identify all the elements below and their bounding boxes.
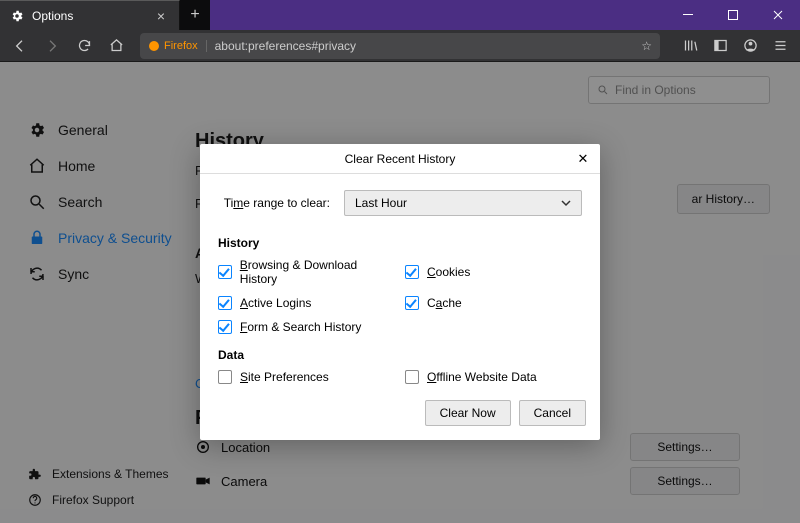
library-button[interactable] bbox=[676, 32, 704, 60]
dialog-section-data: Data bbox=[218, 348, 582, 362]
checkbox-browsing-history[interactable]: Browsing & Download History bbox=[218, 258, 395, 286]
checkbox-icon bbox=[405, 296, 419, 310]
dialog-close-button[interactable]: ✕ bbox=[572, 148, 594, 170]
identity-badge[interactable]: Firefox bbox=[148, 40, 207, 52]
checkbox-icon bbox=[405, 265, 419, 279]
back-button[interactable] bbox=[6, 32, 34, 60]
browser-tab[interactable]: Options × bbox=[0, 0, 180, 30]
bookmark-star-icon[interactable]: ☆ bbox=[641, 39, 652, 53]
maximize-button[interactable] bbox=[710, 0, 755, 30]
account-button[interactable] bbox=[736, 32, 764, 60]
new-tab-button[interactable]: + bbox=[180, 0, 210, 30]
reload-button[interactable] bbox=[70, 32, 98, 60]
checkbox-icon bbox=[405, 370, 419, 384]
firefox-icon bbox=[148, 40, 160, 52]
close-window-button[interactable] bbox=[755, 0, 800, 30]
checkbox-site-preferences[interactable]: Site Preferences bbox=[218, 370, 395, 384]
dialog-section-history: History bbox=[218, 236, 582, 250]
checkbox-form-history[interactable]: Form & Search History bbox=[218, 320, 395, 334]
clear-now-button[interactable]: Clear Now bbox=[425, 400, 511, 426]
checkbox-active-logins[interactable]: Active Logins bbox=[218, 296, 395, 310]
time-range-select[interactable]: Last Hour bbox=[344, 190, 582, 216]
checkbox-offline-data[interactable]: Offline Website Data bbox=[405, 370, 582, 384]
titlebar: Options × + bbox=[0, 0, 800, 30]
checkbox-cookies[interactable]: Cookies bbox=[405, 258, 582, 286]
tab-title: Options bbox=[32, 9, 145, 23]
minimize-button[interactable] bbox=[665, 0, 710, 30]
chevron-down-icon bbox=[561, 198, 571, 208]
forward-button[interactable] bbox=[38, 32, 66, 60]
checkbox-icon bbox=[218, 370, 232, 384]
home-button[interactable] bbox=[102, 32, 130, 60]
tab-close-button[interactable]: × bbox=[153, 8, 169, 24]
toolbar: Firefox about:preferences#privacy ☆ bbox=[0, 30, 800, 62]
gear-icon bbox=[10, 9, 24, 23]
titlebar-drag bbox=[210, 0, 665, 30]
clear-history-dialog: Clear Recent History ✕ Time range to cle… bbox=[200, 144, 600, 440]
checkbox-icon bbox=[218, 320, 232, 334]
checkbox-icon bbox=[218, 296, 232, 310]
cancel-button[interactable]: Cancel bbox=[519, 400, 586, 426]
url-text: about:preferences#privacy bbox=[215, 39, 634, 53]
window-controls bbox=[665, 0, 800, 30]
time-range-label: Time range to clear: bbox=[218, 196, 330, 210]
url-bar[interactable]: Firefox about:preferences#privacy ☆ bbox=[140, 33, 660, 59]
sidebar-toggle-button[interactable] bbox=[706, 32, 734, 60]
checkbox-cache[interactable]: Cache bbox=[405, 296, 582, 310]
dialog-title: Clear Recent History bbox=[345, 152, 456, 166]
app-menu-button[interactable] bbox=[766, 32, 794, 60]
time-range-value: Last Hour bbox=[355, 196, 407, 210]
checkbox-icon bbox=[218, 265, 232, 279]
dialog-title-bar: Clear Recent History ✕ bbox=[200, 144, 600, 174]
identity-label: Firefox bbox=[164, 40, 198, 52]
